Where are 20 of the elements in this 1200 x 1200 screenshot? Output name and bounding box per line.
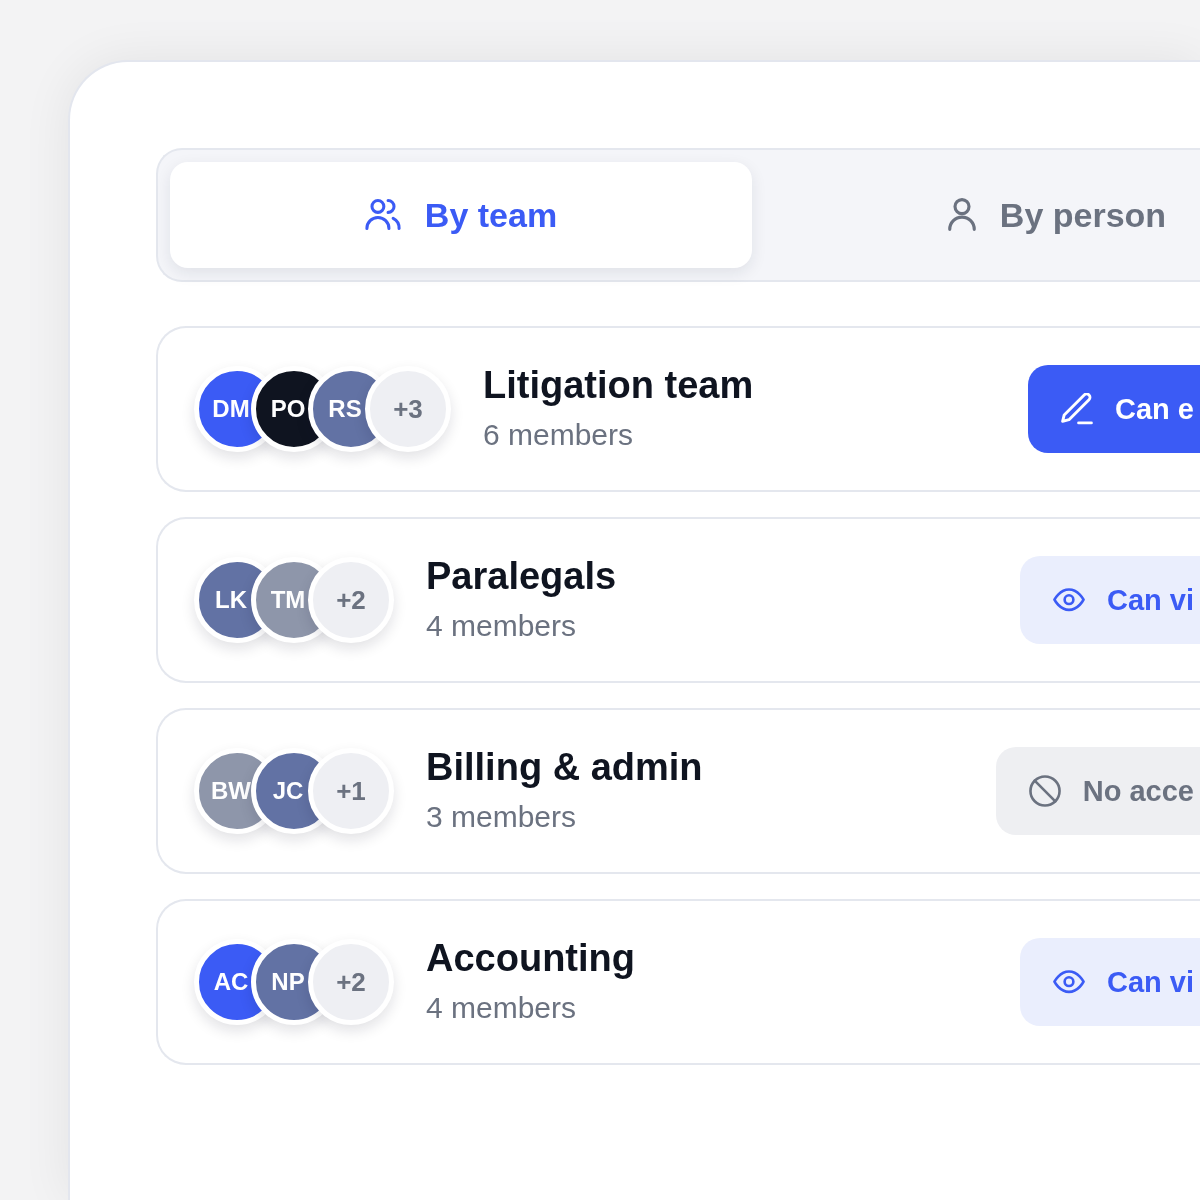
member-count: 4 members	[426, 990, 577, 1026]
team-name: Accounting	[426, 937, 635, 979]
pencil-icon	[1061, 393, 1093, 425]
access-button[interactable]: Can e	[1028, 365, 1200, 453]
users-icon	[364, 199, 401, 231]
member-count: 6 members	[483, 417, 634, 453]
tab[interactable]: By person	[766, 162, 1200, 268]
team-name: Billing & admin	[426, 746, 703, 788]
blocked-icon	[1028, 775, 1061, 807]
member-count: 3 members	[426, 799, 577, 835]
team-name: Litigation team	[483, 364, 754, 406]
team-name: Paralegals	[426, 555, 617, 597]
access-button[interactable]: Can vi	[1019, 556, 1200, 644]
tab[interactable]: By team	[170, 162, 752, 268]
member-count: 4 members	[426, 608, 577, 644]
eye-icon	[1052, 588, 1085, 612]
access-button[interactable]: Can vi	[1019, 938, 1200, 1026]
access-button[interactable]: No acce	[995, 747, 1200, 835]
user-icon	[947, 198, 976, 232]
eye-icon	[1052, 970, 1085, 994]
